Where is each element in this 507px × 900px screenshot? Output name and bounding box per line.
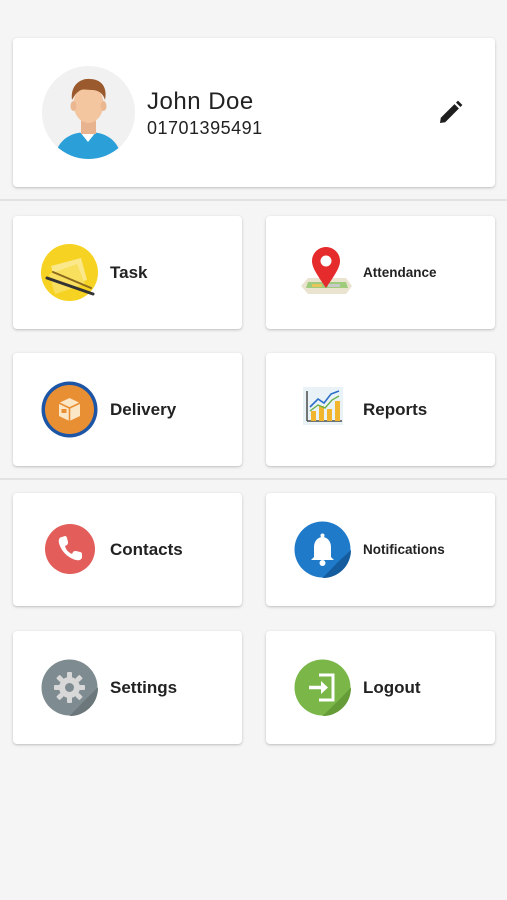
task-label: Task (110, 262, 148, 282)
reports-label: Reports (363, 399, 428, 419)
notifications-tile[interactable]: Notifications (266, 493, 495, 606)
profile-card: John Doe 01701395491 (13, 38, 495, 187)
profile-phone: 01701395491 (147, 118, 263, 138)
gear-icon (41, 659, 99, 717)
logout-tile[interactable]: Logout (266, 631, 495, 744)
delivery-label: Delivery (110, 399, 177, 419)
contacts-label: Contacts (110, 539, 183, 559)
notifications-label: Notifications (363, 542, 445, 557)
avatar-icon (42, 66, 135, 159)
logout-label: Logout (363, 677, 421, 697)
map-pin-icon (298, 244, 355, 301)
phone-icon (44, 523, 96, 575)
settings-label: Settings (110, 677, 178, 697)
settings-tile[interactable]: Settings (13, 631, 242, 744)
attendance-label: Attendance (363, 265, 437, 280)
avatar (42, 66, 135, 159)
section-divider (0, 199, 507, 201)
attendance-tile[interactable]: Attendance (266, 216, 495, 329)
profile-name: John Doe (147, 88, 254, 115)
contacts-tile[interactable]: Contacts (13, 493, 242, 606)
pencil-icon[interactable] (437, 100, 463, 126)
logout-icon (294, 659, 352, 717)
chart-report-icon (300, 381, 357, 438)
reports-tile[interactable]: Reports (266, 353, 495, 466)
section-divider (0, 478, 507, 480)
package-icon (41, 381, 98, 438)
sticky-notes-icon (41, 244, 98, 301)
delivery-tile[interactable]: Delivery (13, 353, 242, 466)
task-tile[interactable]: Task (13, 216, 242, 329)
bell-icon (294, 521, 351, 579)
